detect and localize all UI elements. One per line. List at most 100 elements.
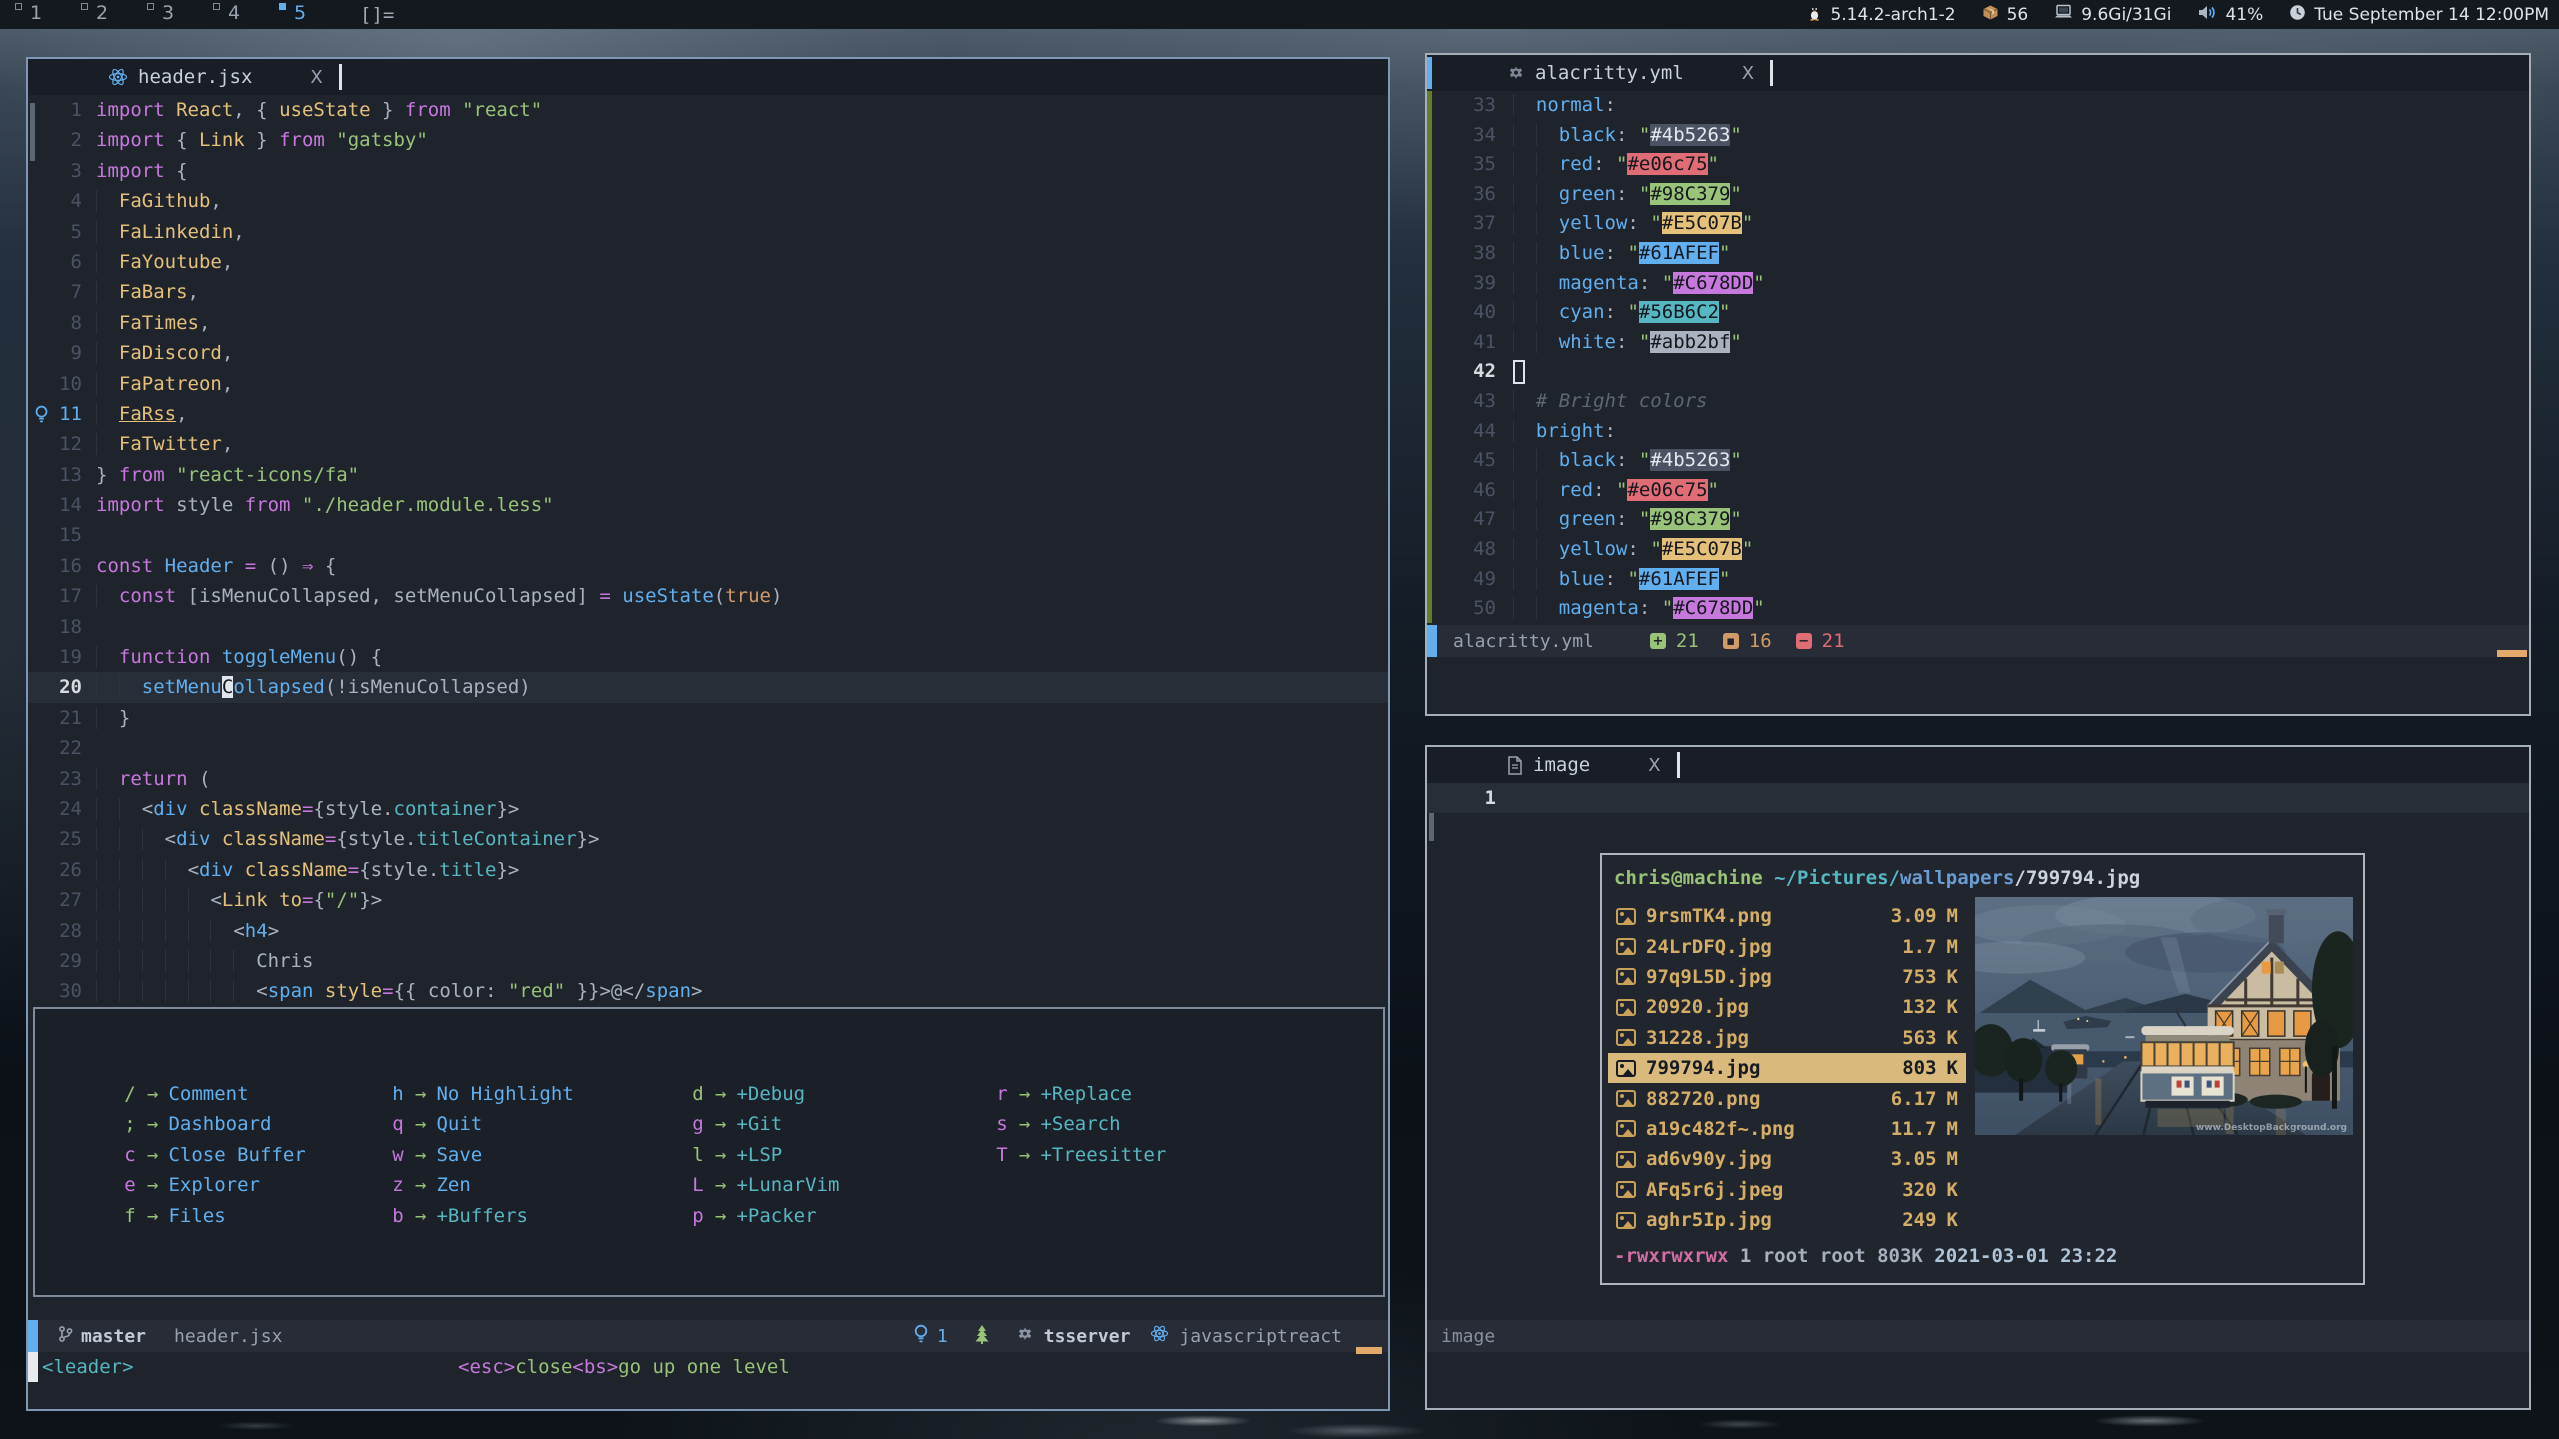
sign-column [28,612,54,642]
code-line-6[interactable]: 6 FaYoutube, [28,247,1388,277]
code-line-42[interactable]: 42 [1427,357,2529,387]
code-line-17[interactable]: 17 const [isMenuCollapsed, setMenuCollap… [28,581,1388,611]
file-row-97q9L5D.jpg[interactable]: 97q9L5D.jpg753K [1608,962,1966,992]
tab-image[interactable]: image [1533,754,1590,776]
code-line-36[interactable]: 36 green: "#98C379" [1427,180,2529,210]
code-line-44[interactable]: 44 bright: [1427,417,2529,447]
workspace-3[interactable]: 3 [140,0,206,29]
code-line-15[interactable]: 15 [28,520,1388,550]
workspace-indicator [147,3,154,10]
file-row-9rsmTK4.png[interactable]: 9rsmTK4.png3.09M [1608,901,1966,931]
code-line-9[interactable]: 9 FaDiscord, [28,338,1388,368]
kernel-status: 5.14.2-arch1-2 [1807,3,1955,26]
code-line-22[interactable]: 22 [28,733,1388,763]
code-line-1[interactable]: 1import React, { useState } from "react" [28,95,1388,125]
package-icon [1982,4,1999,26]
code-line-4[interactable]: 4 FaGithub, [28,186,1388,216]
code-line-18[interactable]: 18 [28,612,1388,642]
image-file-icon [1616,938,1636,955]
file-row-AFq5r6j.jpeg[interactable]: AFq5r6j.jpeg320K [1608,1175,1966,1205]
line-number: 25 [54,824,96,854]
code-line-2[interactable]: 2import { Link } from "gatsby" [28,125,1388,155]
lsp-server-name[interactable]: tsserver [1044,1326,1131,1347]
arrow-icon: → [715,1079,726,1109]
code-line-5[interactable]: 5 FaLinkedin, [28,217,1388,247]
code-line-14[interactable]: 14import style from "./header.module.les… [28,490,1388,520]
code-line-38[interactable]: 38 blue: "#61AFEF" [1427,239,2529,269]
code-line-27[interactable]: 27 <Link to={"/"}> [28,885,1388,915]
file-row-aghr5Ip.jpg[interactable]: aghr5Ip.jpg249K [1608,1205,1966,1235]
line-text: FaDiscord, [96,338,233,368]
key-label: w [391,1140,405,1170]
code-line-3[interactable]: 3import { [28,156,1388,186]
code-line-30[interactable]: 30 <span style={{ color: "red" }}>@</spa… [28,976,1388,1006]
code-line-48[interactable]: 48 yellow: "#E5C07B" [1427,535,2529,565]
code-line-28[interactable]: 28 <h4> [28,916,1388,946]
workspace-1[interactable]: 1 [8,0,74,29]
file-row-20920.jpg[interactable]: 20920.jpg132K [1608,992,1966,1022]
file-row-ad6v90y.jpg[interactable]: ad6v90y.jpg3.05M [1608,1144,1966,1174]
code-buffer-alacritty-yml[interactable]: 33 normal:34 black: "#4b5263"35 red: "#e… [1427,91,2529,624]
path-prefix[interactable]: ~/Pictures/ [1774,867,1900,889]
code-buffer-image[interactable]: 1 [1427,783,2529,813]
path-dir[interactable]: wallpapers [1900,867,2014,889]
git-branch-name[interactable]: master [81,1326,146,1347]
code-line-23[interactable]: 23 return ( [28,764,1388,794]
scrollbar-indicator[interactable] [1427,57,1432,89]
file-name: ad6v90y.jpg [1646,1148,1772,1170]
code-line-16[interactable]: 16const Header = () ⇒ { [28,551,1388,581]
workspace-4[interactable]: 4 [206,0,272,29]
volume-status: 41% [2197,4,2263,26]
code-line-47[interactable]: 47 green: "#98C379" [1427,505,2529,535]
diagnostics-count[interactable]: 1 [937,1326,948,1347]
line-text: FaLinkedin, [96,217,245,247]
tab-header-jsx[interactable]: header.jsx [138,66,252,88]
code-line-7[interactable]: 7 FaBars, [28,277,1388,307]
code-line-26[interactable]: 26 <div className={style.title}> [28,855,1388,885]
code-line-12[interactable]: 12 FaTwitter, [28,429,1388,459]
code-buffer-header-jsx[interactable]: 1import React, { useState } from "react"… [28,95,1388,1007]
code-line-10[interactable]: 10 FaPatreon, [28,369,1388,399]
file-row-882720.png[interactable]: 882720.png6.17M [1608,1083,1966,1113]
code-line-34[interactable]: 34 black: "#4b5263" [1427,121,2529,151]
workspace-2[interactable]: 2 [74,0,140,29]
left-cmdline[interactable]: <leader> <esc> close <bs> go up one leve… [28,1352,1388,1382]
close-icon[interactable]: X [1742,63,1754,84]
code-line-43[interactable]: 43 # Bright colors [1427,387,2529,417]
code-line-46[interactable]: 46 red: "#e06c75" [1427,476,2529,506]
code-line-49[interactable]: 49 blue: "#61AFEF" [1427,565,2529,595]
line-number: 44 [1447,417,1513,447]
code-line-11[interactable]: 11 FaRss, [28,399,1388,429]
sign-column [1427,594,1447,624]
file-row-799794.jpg[interactable]: 799794.jpg803K [1608,1053,1966,1083]
line-text: } [96,703,130,733]
tab-alacritty-yml[interactable]: alacritty.yml [1535,62,1684,84]
code-line-8[interactable]: 8 FaTimes, [28,308,1388,338]
code-line-45[interactable]: 45 black: "#4b5263" [1427,446,2529,476]
file-row-a19c482f~.png[interactable]: a19c482f~.png11.7M [1608,1114,1966,1144]
close-icon[interactable]: X [1648,755,1660,776]
code-line-37[interactable]: 37 yellow: "#E5C07B" [1427,209,2529,239]
code-line-1[interactable]: 1 [1427,783,2529,813]
code-line-21[interactable]: 21 } [28,703,1388,733]
code-line-20[interactable]: 20 setMenuCollapsed(!isMenuCollapsed) [28,672,1388,702]
close-icon[interactable]: X [310,67,322,88]
file-row-24LrDFQ.jpg[interactable]: 24LrDFQ.jpg1.7M [1608,931,1966,961]
code-line-25[interactable]: 25 <div className={style.titleContainer}… [28,824,1388,854]
image-file-icon [1616,1029,1636,1046]
layout-symbol[interactable]: []= [360,4,394,26]
code-line-33[interactable]: 33 normal: [1427,91,2529,121]
file-row-31228.jpg[interactable]: 31228.jpg563K [1608,1023,1966,1053]
code-line-13[interactable]: 13} from "react-icons/fa" [28,460,1388,490]
line-number: 12 [54,429,96,459]
workspace-5[interactable]: 5 [272,0,338,29]
code-line-35[interactable]: 35 red: "#e06c75" [1427,150,2529,180]
code-line-40[interactable]: 40 cyan: "#56B6C2" [1427,298,2529,328]
code-line-19[interactable]: 19 function toggleMenu() { [28,642,1388,672]
code-line-29[interactable]: 29 Chris [28,946,1388,976]
code-line-41[interactable]: 41 white: "#abb2bf" [1427,328,2529,358]
code-line-39[interactable]: 39 magenta: "#C678DD" [1427,269,2529,299]
code-line-24[interactable]: 24 <div className={style.container}> [28,794,1388,824]
key-label: s [995,1109,1009,1139]
code-line-50[interactable]: 50 magenta: "#C678DD" [1427,594,2529,624]
